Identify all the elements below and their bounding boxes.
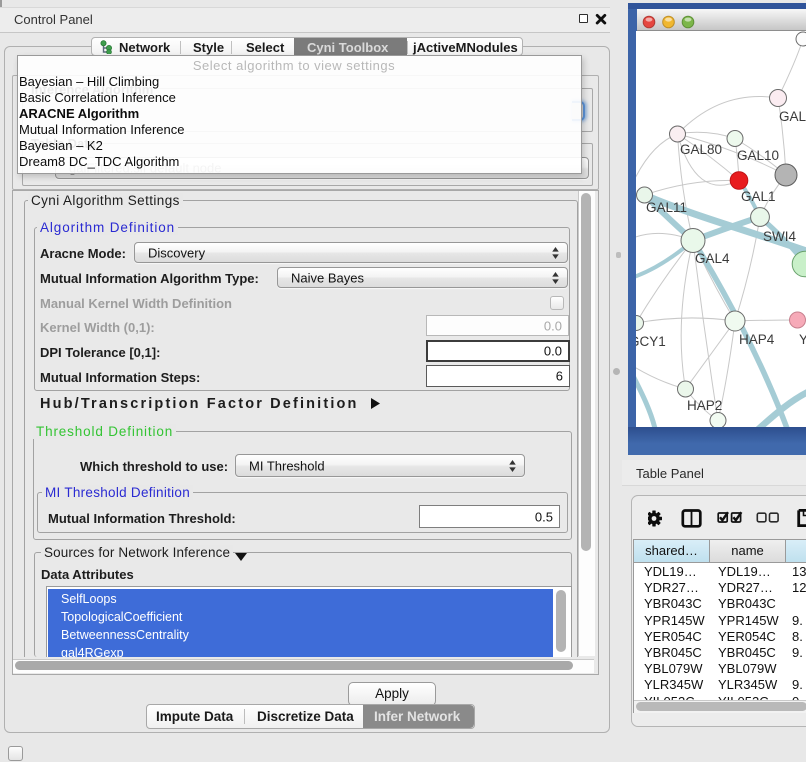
svg-text:GCY1: GCY1 xyxy=(636,334,666,349)
svg-text:HAP2: HAP2 xyxy=(687,398,722,413)
svg-text:GAL4: GAL4 xyxy=(695,251,730,266)
svg-text:GAL80: GAL80 xyxy=(680,142,722,157)
svg-text:GAL: GAL xyxy=(779,109,806,124)
svg-text:GAL11: GAL11 xyxy=(646,200,687,215)
svg-text:GAL1: GAL1 xyxy=(741,189,776,204)
svg-text:SWI4: SWI4 xyxy=(763,229,796,244)
svg-text:Y: Y xyxy=(799,332,806,347)
svg-text:HAP4: HAP4 xyxy=(739,332,775,347)
svg-text:GAL10: GAL10 xyxy=(737,148,779,163)
